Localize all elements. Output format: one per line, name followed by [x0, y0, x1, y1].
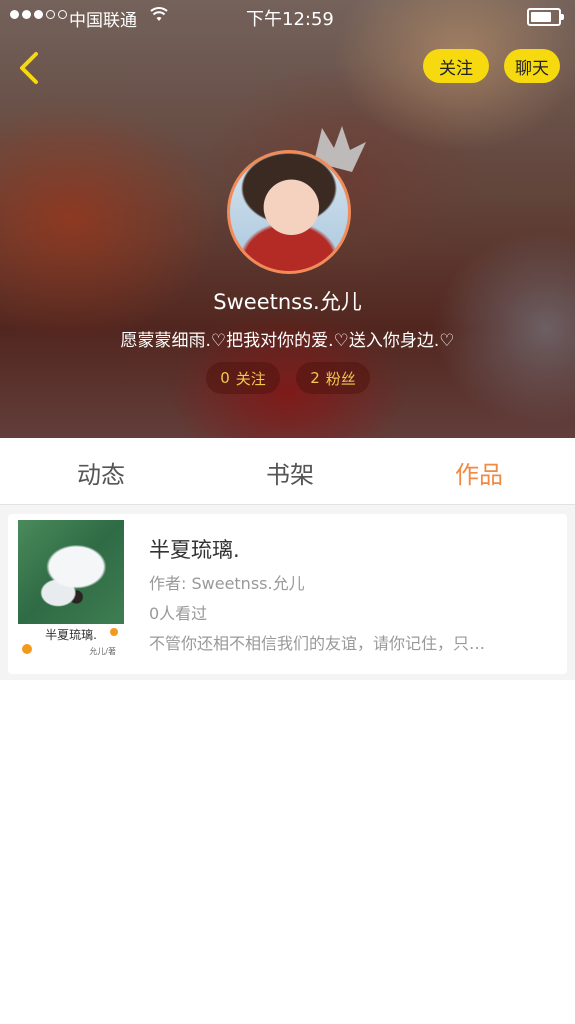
- book-cover-title: 半夏琉璃.: [45, 628, 97, 642]
- tab-activity[interactable]: 动态: [77, 455, 125, 490]
- battery-icon: [527, 8, 564, 26]
- carrier-name: 中国联通: [69, 11, 137, 31]
- follow-button[interactable]: 关注: [423, 49, 489, 83]
- work-card[interactable]: 半夏琉璃. 允儿/著 半夏琉璃. 作者: Sweetnss.允儿 0人看过 不管…: [8, 514, 567, 674]
- book-view-count: 0人看过: [149, 604, 208, 623]
- clock: 下午12:59: [246, 9, 334, 30]
- profile-bio: 愿蒙蒙细雨.♡把我对你的爱.♡送入你身边.♡: [120, 331, 455, 351]
- fans-count: 2: [310, 369, 320, 387]
- book-title: 半夏琉璃.: [149, 538, 240, 562]
- chat-button[interactable]: 聊天: [504, 49, 560, 83]
- book-cover-image: [18, 520, 124, 624]
- fans-label: 粉丝: [325, 369, 356, 388]
- following-count-badge[interactable]: 0 关注: [206, 362, 280, 394]
- profile-screen: 中国联通 下午12:59 关注 聊天 Sweetnss.允儿 愿蒙蒙细雨.♡把我…: [0, 0, 575, 1024]
- tab-works[interactable]: 作品: [455, 455, 503, 490]
- fans-count-badge[interactable]: 2 粉丝: [296, 362, 370, 394]
- back-chevron-icon[interactable]: [14, 50, 44, 86]
- tab-bookshelf[interactable]: 书架: [266, 455, 314, 490]
- username: Sweetnss.允儿: [213, 290, 362, 314]
- book-cover[interactable]: 半夏琉璃. 允儿/著: [18, 520, 124, 661]
- status-bar: 中国联通 下午12:59: [0, 0, 575, 32]
- signal-strength-icon: [10, 10, 67, 19]
- following-count: 0: [220, 369, 230, 387]
- book-cover-author: 允儿/著: [89, 647, 116, 656]
- profile-tabs: 动态 书架 作品: [0, 438, 575, 505]
- avatar[interactable]: [227, 150, 351, 274]
- book-description: 不管你还相不相信我们的友谊，请你记住，只…: [149, 634, 486, 653]
- wifi-icon: [150, 7, 168, 21]
- following-label: 关注: [235, 369, 266, 388]
- orange-icon: [22, 644, 32, 654]
- book-author: 作者: Sweetnss.允儿: [149, 574, 305, 593]
- works-list: 半夏琉璃. 允儿/著 半夏琉璃. 作者: Sweetnss.允儿 0人看过 不管…: [0, 505, 575, 680]
